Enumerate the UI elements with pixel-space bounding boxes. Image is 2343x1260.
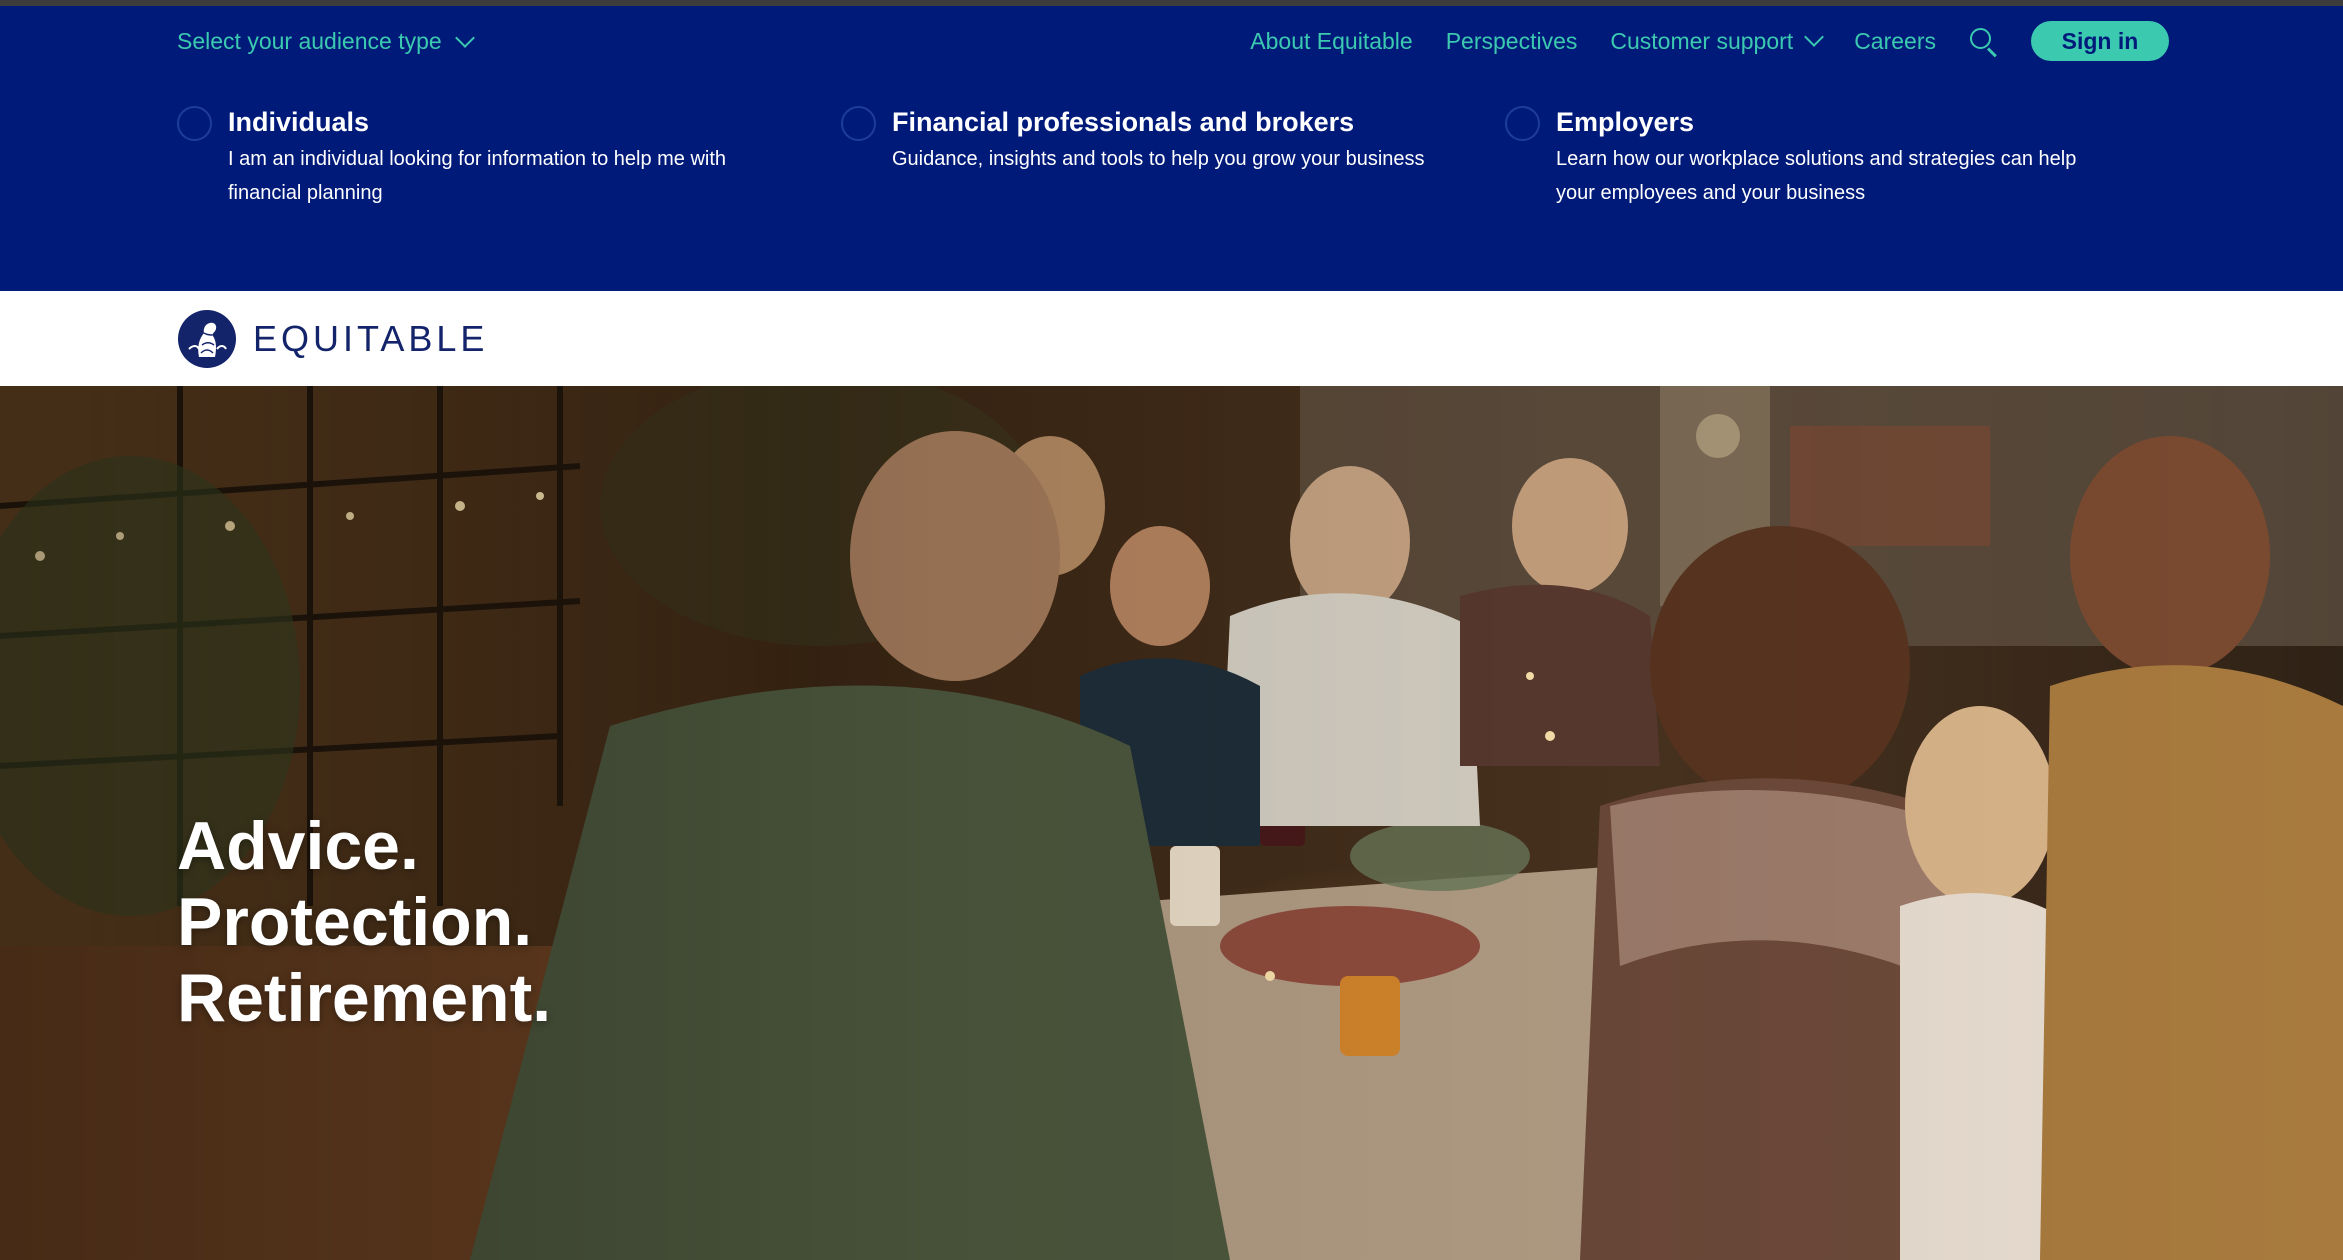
audience-select-label: Select your audience type (177, 28, 442, 54)
audience-panel: Select your audience type About Equitabl… (0, 6, 2343, 291)
option-title: Employers (1556, 107, 1695, 137)
top-nav: About Equitable Perspectives Customer su… (1250, 20, 2169, 62)
chevron-down-icon (454, 27, 475, 48)
option-description: I am an individual looking for informati… (228, 148, 727, 170)
sign-in-button[interactable]: Sign in (2031, 21, 2169, 61)
hero-banner: Advice. Protection. Retirement. (0, 386, 2343, 1260)
radio-financial-professionals[interactable] (841, 106, 876, 141)
option-description: Guidance, insights and tools to help you… (892, 148, 1425, 170)
nav-careers-link[interactable]: Careers (1854, 28, 1936, 55)
option-title: Financial professionals and brokers (892, 107, 1355, 137)
audience-option-financial-professionals[interactable]: Financial professionals and brokers Guid… (841, 102, 1425, 176)
nav-about-link[interactable]: About Equitable (1250, 28, 1412, 55)
hero-headline: Advice. Protection. Retirement. (177, 808, 551, 1036)
headline-line: Protection. (177, 884, 533, 960)
radio-individuals[interactable] (177, 106, 212, 141)
audience-option-employers[interactable]: Employers Learn how our workplace soluti… (1505, 102, 2076, 210)
equitable-logo-mark (178, 310, 236, 368)
option-description: financial planning (228, 182, 383, 204)
chevron-down-icon (1804, 27, 1825, 47)
headline-line: Retirement. (177, 960, 552, 1036)
search-icon[interactable] (1968, 26, 1998, 58)
headline-line: Advice. (177, 808, 419, 884)
equitable-logo[interactable]: EQUITABLE (177, 309, 488, 369)
audience-option-individuals[interactable]: Individuals I am an individual looking f… (177, 102, 726, 210)
nav-perspectives-link[interactable]: Perspectives (1446, 28, 1578, 55)
radio-employers[interactable] (1505, 106, 1540, 141)
customer-support-label: Customer support (1610, 27, 1794, 54)
nav-customer-support-menu[interactable]: Customer support (1610, 27, 1825, 55)
audience-type-select[interactable]: Select your audience type (177, 27, 475, 55)
equitable-wordmark: EQUITABLE (253, 318, 489, 359)
option-title: Individuals (228, 107, 370, 137)
option-description: your employees and your business (1556, 182, 1866, 204)
brand-bar: EQUITABLE (0, 291, 2343, 386)
option-description: Learn how our workplace solutions and st… (1556, 148, 2077, 170)
